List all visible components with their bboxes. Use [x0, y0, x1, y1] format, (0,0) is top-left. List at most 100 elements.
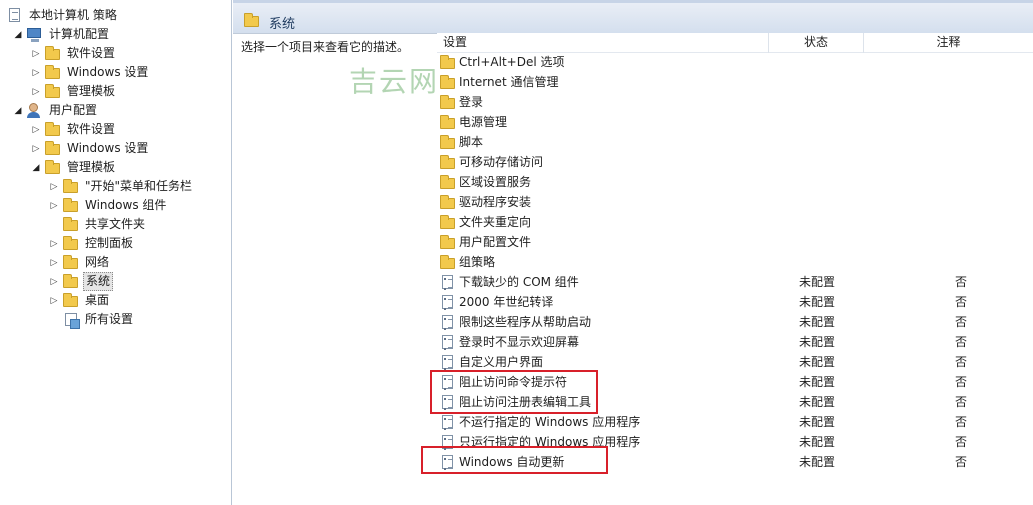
folder-icon	[439, 195, 456, 210]
tree-item[interactable]: 共享文件夹	[48, 215, 147, 234]
row-name: 不运行指定的 Windows 应用程序	[459, 415, 641, 429]
setting-row[interactable]: 2000 年世纪转译 未配置 否	[437, 292, 1033, 312]
folder-icon	[44, 160, 61, 175]
collapsed-arrow-icon[interactable]: ▷	[48, 258, 60, 268]
row-state: 未配置	[799, 435, 836, 449]
folder-icon	[62, 236, 79, 251]
column-header-setting[interactable]: 设置	[437, 33, 769, 53]
navigation-tree: 本地计算机 策略 ◢ 计算机配置 ▷ 软件设置 ▷ Windows 设置 ▷ 管理模板 ◢ 用户配置…	[0, 0, 232, 505]
folder-icon	[439, 215, 456, 230]
tree-item-label: Windows 设置	[67, 141, 149, 155]
row-comment: 否	[955, 435, 968, 449]
tree-item[interactable]: ▷ Windows 设置	[30, 139, 150, 158]
collapsed-arrow-icon[interactable]: ▷	[48, 239, 60, 249]
tree-item[interactable]: ◢ 用户配置	[12, 101, 99, 120]
row-name: 驱动程序安装	[459, 195, 532, 209]
tree-item[interactable]: ▷ 网络	[48, 253, 111, 272]
collapsed-arrow-icon[interactable]: ▷	[30, 49, 42, 59]
folder-row[interactable]: 用户配置文件	[437, 232, 1033, 252]
tree-item[interactable]: 本地计算机 策略	[4, 6, 119, 25]
tree-item[interactable]: ▷ Windows 设置	[30, 63, 150, 82]
row-name: 组策略	[459, 255, 496, 269]
folder-row[interactable]: 登录	[437, 92, 1033, 112]
folder-row[interactable]: Ctrl+Alt+Del 选项	[437, 52, 1033, 72]
tree-item-label: 计算机配置	[49, 27, 110, 41]
tree-item-label: 所有设置	[85, 312, 134, 326]
folder-icon	[44, 122, 61, 137]
folder-row[interactable]: 电源管理	[437, 112, 1033, 132]
collapsed-arrow-icon[interactable]: ▷	[48, 182, 60, 192]
row-comment: 否	[955, 315, 968, 329]
folder-icon	[62, 179, 79, 194]
tree-item-label: 软件设置	[67, 122, 116, 136]
folder-row[interactable]: 脚本	[437, 132, 1033, 152]
folder-row[interactable]: Internet 通信管理	[437, 72, 1033, 92]
column-header-comment[interactable]: 注释	[864, 33, 1033, 53]
tree-item-label: 控制面板	[85, 236, 134, 250]
tree-item[interactable]: ▷ 软件设置	[30, 120, 117, 139]
tree-item-label: 系统	[83, 272, 114, 291]
tree-item[interactable]: ▷ 控制面板	[48, 234, 135, 253]
folder-icon	[439, 115, 456, 130]
row-comment: 否	[955, 375, 968, 389]
highlight-box	[430, 370, 598, 414]
tree-item[interactable]: ▷ 桌面	[48, 291, 111, 310]
expanded-arrow-icon[interactable]: ◢	[30, 163, 42, 173]
expanded-arrow-icon[interactable]: ◢	[12, 30, 24, 40]
folder-icon	[44, 141, 61, 156]
column-header-state[interactable]: 状态	[769, 33, 864, 53]
tree-item[interactable]: ▷ 系统	[48, 272, 114, 291]
policy-setting-icon	[439, 315, 456, 330]
tree-item[interactable]: ◢ 计算机配置	[12, 25, 111, 44]
folder-icon	[439, 155, 456, 170]
collapsed-arrow-icon[interactable]: ▷	[48, 201, 60, 211]
tree-item-label: 桌面	[85, 293, 110, 307]
collapsed-arrow-icon[interactable]: ▷	[30, 87, 42, 97]
collapsed-arrow-icon[interactable]: ▷	[30, 125, 42, 135]
folder-icon	[439, 55, 456, 70]
folder-row[interactable]: 区域设置服务	[437, 172, 1033, 192]
folder-icon	[62, 293, 79, 308]
collapsed-arrow-icon[interactable]: ▷	[48, 296, 60, 306]
tree-item-label: 管理模板	[67, 160, 116, 174]
row-name: 脚本	[459, 135, 484, 149]
tree-item[interactable]: ◢ 管理模板	[30, 158, 117, 177]
tree-item[interactable]: ▷ 管理模板	[30, 82, 117, 101]
row-comment: 否	[955, 335, 968, 349]
row-name: 2000 年世纪转译	[459, 295, 554, 309]
row-comment: 否	[955, 395, 968, 409]
row-state: 未配置	[799, 415, 836, 429]
policy-setting-icon	[439, 295, 456, 310]
policy-setting-icon	[439, 415, 456, 430]
collapsed-arrow-icon[interactable]: ▷	[30, 144, 42, 154]
tree-item-label: 用户配置	[49, 103, 98, 117]
computer-icon	[26, 27, 43, 42]
folder-row[interactable]: 可移动存储访问	[437, 152, 1033, 172]
row-name: 登录	[459, 95, 484, 109]
tree-item[interactable]: ▷ 软件设置	[30, 44, 117, 63]
row-comment: 否	[955, 275, 968, 289]
column-headers: 设置 状态 注释	[437, 33, 1033, 53]
folder-row[interactable]: 组策略	[437, 252, 1033, 272]
setting-row[interactable]: 登录时不显示欢迎屏幕 未配置 否	[437, 332, 1033, 352]
row-comment: 否	[955, 415, 968, 429]
row-name: 登录时不显示欢迎屏幕	[459, 335, 580, 349]
row-state: 未配置	[799, 355, 836, 369]
collapsed-arrow-icon[interactable]: ▷	[30, 68, 42, 78]
row-name: 限制这些程序从帮助启动	[459, 315, 592, 329]
folder-row[interactable]: 驱动程序安装	[437, 192, 1033, 212]
setting-row[interactable]: 限制这些程序从帮助启动 未配置 否	[437, 312, 1033, 332]
setting-row[interactable]: 自定义用户界面 未配置 否	[437, 352, 1033, 372]
setting-row[interactable]: 不运行指定的 Windows 应用程序 未配置 否	[437, 412, 1033, 432]
tree-item[interactable]: ▷ Windows 组件	[48, 196, 168, 215]
setting-row[interactable]: 下载缺少的 COM 组件 未配置 否	[437, 272, 1033, 292]
folder-row[interactable]: 文件夹重定向	[437, 212, 1033, 232]
folder-icon	[62, 198, 79, 213]
row-comment: 否	[955, 295, 968, 309]
pane-title: 系统	[269, 17, 296, 32]
tree-item[interactable]: 所有设置	[48, 310, 135, 329]
tree-item[interactable]: ▷ "开始"菜单和任务栏	[48, 177, 194, 196]
collapsed-arrow-icon[interactable]: ▷	[48, 277, 60, 287]
expanded-arrow-icon[interactable]: ◢	[12, 106, 24, 116]
policy-setting-icon	[439, 335, 456, 350]
